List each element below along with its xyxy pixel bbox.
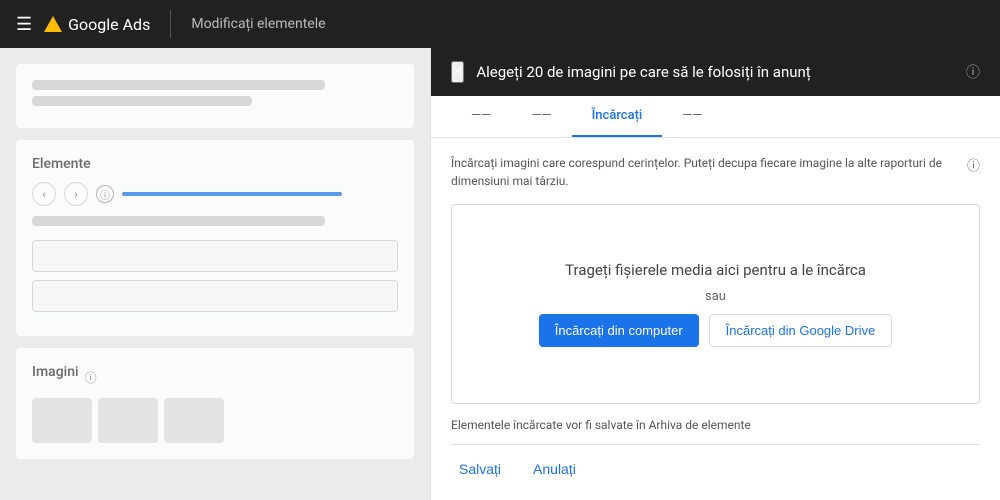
dialog-help-icon[interactable]: ⓘ: [966, 62, 980, 82]
save-button[interactable]: Salvați: [451, 455, 509, 483]
tab-4[interactable]: ——: [662, 96, 722, 137]
tab-1[interactable]: ——: [451, 96, 511, 137]
nav-subtitle: Modificați elementele: [191, 16, 325, 32]
upload-computer-button[interactable]: Încărcați din computer: [539, 314, 699, 347]
cancel-button[interactable]: Anulați: [525, 455, 584, 483]
nav-title: Google Ads: [68, 15, 150, 34]
lp-input-2[interactable]: [32, 280, 398, 312]
lp-images-row: [32, 398, 398, 443]
lp-blue-bar: [122, 192, 342, 196]
lp-card-images: Imagini ⓘ: [16, 348, 414, 459]
lp-card-elements: Elemente ‹ › ⓘ: [16, 140, 414, 336]
top-nav: ☰ Google Ads Modificați elementele: [0, 0, 1000, 48]
menu-icon[interactable]: ☰: [16, 14, 32, 35]
drop-zone[interactable]: Trageți fișierele media aici pentru a le…: [451, 204, 980, 404]
dialog-tabs: —— —— Încărcați ——: [431, 96, 1000, 138]
lp-images-title: Imagini: [32, 364, 79, 380]
dialog-title: Alegeți 20 de imagini pe care să le folo…: [476, 63, 954, 81]
tab-upload[interactable]: Încărcați: [572, 96, 663, 137]
lp-info-icon[interactable]: ⓘ: [96, 185, 114, 203]
drop-zone-buttons: Încărcați din computer Încărcați din Goo…: [539, 314, 892, 347]
footer-info: Elementele încărcate vor fi salvate în A…: [451, 418, 980, 432]
lp-left-arrow[interactable]: ‹: [32, 182, 56, 206]
lp-images-info-icon[interactable]: ⓘ: [85, 369, 97, 386]
nav-logo: Google Ads: [44, 15, 150, 34]
lp-input-1[interactable]: [32, 240, 398, 272]
right-panel: × Alegeți 20 de imagini pe care să le fo…: [430, 48, 1000, 500]
dialog-description-text: Încărcați imagini care corespund cerințe…: [451, 154, 961, 190]
lp-image-thumb-3: [164, 398, 224, 443]
dialog-footer-actions: Salvați Anulați: [451, 444, 980, 489]
lp-image-thumb-2: [98, 398, 158, 443]
logo-triangle-icon: [44, 16, 62, 32]
lp-placeholder-1: [32, 80, 325, 90]
lp-image-thumb-1: [32, 398, 92, 443]
drop-zone-or: sau: [705, 289, 726, 304]
lp-right-arrow[interactable]: ›: [64, 182, 88, 206]
lp-placeholder-3: [32, 216, 325, 226]
lp-placeholder-2: [32, 96, 252, 106]
left-panel: Elemente ‹ › ⓘ Imagini ⓘ: [0, 48, 430, 500]
main-area: Elemente ‹ › ⓘ Imagini ⓘ: [0, 48, 1000, 500]
dialog-body: Încărcați imagini care corespund cerințe…: [431, 138, 1000, 500]
dialog-header: × Alegeți 20 de imagini pe care să le fo…: [431, 48, 1000, 96]
nav-divider: [170, 10, 171, 38]
lp-nav-row: ‹ › ⓘ: [32, 182, 398, 206]
tab-2[interactable]: ——: [511, 96, 571, 137]
lp-elements-title: Elemente: [32, 156, 398, 172]
dialog-description: Încărcați imagini care corespund cerințe…: [451, 154, 980, 190]
upload-drive-button[interactable]: Încărcați din Google Drive: [709, 314, 893, 347]
drop-zone-text: Trageți fișierele media aici pentru a le…: [565, 261, 866, 279]
lp-card-top: [16, 64, 414, 128]
desc-info-icon[interactable]: ⓘ: [967, 155, 980, 174]
dialog-close-button[interactable]: ×: [451, 61, 464, 83]
